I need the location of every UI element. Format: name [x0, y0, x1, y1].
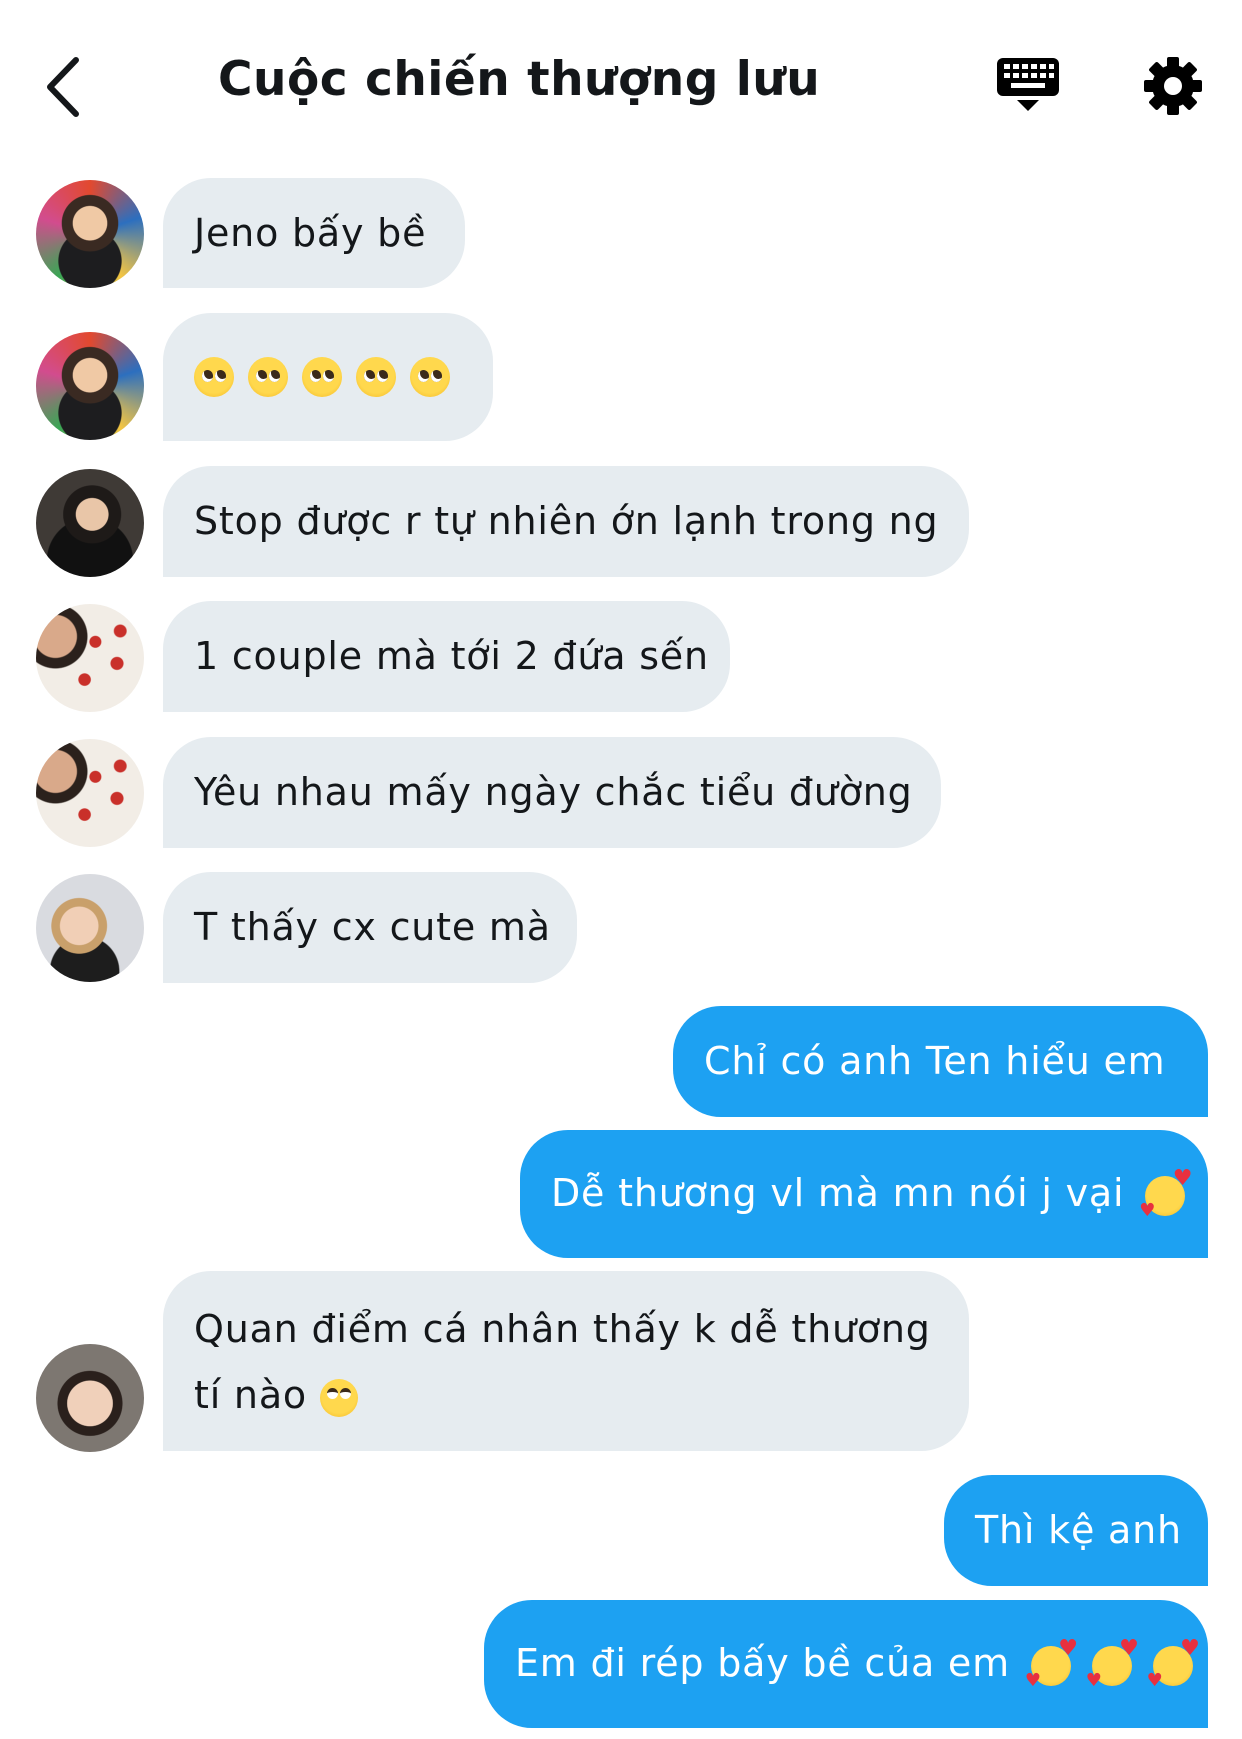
message-text: 1 couple mà tới 2 đứa sến — [194, 634, 709, 678]
message-text: Thì kệ anh — [975, 1508, 1182, 1552]
message-bubble[interactable]: 1 couple mà tới 2 đứa sến — [163, 601, 730, 712]
avatar[interactable] — [36, 180, 144, 288]
message-text: Em đi rép bấy bề của em — [515, 1641, 1010, 1685]
avatar[interactable] — [36, 1344, 144, 1452]
message-text: Yêu nhau mấy ngày chắc tiểu đường — [194, 770, 913, 814]
message-bubble[interactable]: Jeno bấy bề — [163, 178, 465, 288]
smiling-face-with-hearts-icon — [1086, 1638, 1140, 1690]
smiling-face-with-hearts-icon — [1147, 1638, 1201, 1690]
pleading-face-icon — [194, 357, 234, 397]
avatar[interactable] — [36, 874, 144, 982]
pleading-face-icon — [302, 357, 342, 397]
pleading-face-icon — [410, 357, 450, 397]
message-bubble[interactable] — [163, 313, 493, 441]
message-text-line: tí nào — [194, 1362, 969, 1428]
avatar[interactable] — [36, 604, 144, 712]
message-text: Stop được r tự nhiên ớn lạnh trong ng — [194, 499, 939, 543]
message-bubble[interactable]: T thấy cx cute mà — [163, 872, 577, 983]
sent-message-bubble[interactable]: Thì kệ anh — [944, 1475, 1208, 1586]
gear-icon[interactable] — [1143, 56, 1203, 116]
rolling-eyes-icon — [319, 1378, 358, 1417]
avatar[interactable] — [36, 332, 144, 440]
message-text: T thấy cx cute mà — [194, 905, 551, 949]
sent-message-bubble[interactable]: Em đi rép bấy bề của em — [484, 1600, 1208, 1728]
emoji-row — [194, 313, 493, 441]
chat-header: Cuộc chiến thượng lưu — [0, 0, 1242, 170]
back-arrow-icon[interactable] — [40, 52, 96, 122]
avatar[interactable] — [36, 739, 144, 847]
keyboard-icon[interactable] — [995, 52, 1061, 118]
pleading-face-icon — [356, 357, 396, 397]
message-text: Dễ thương vl mà mn nói j vại — [551, 1171, 1125, 1215]
smiling-face-with-hearts-icon — [1139, 1168, 1193, 1220]
conversation-title: Cuộc chiến thượng lưu — [218, 52, 821, 107]
sent-message-bubble[interactable]: Dễ thương vl mà mn nói j vại — [520, 1130, 1208, 1258]
message-bubble[interactable]: Yêu nhau mấy ngày chắc tiểu đường — [163, 737, 941, 848]
message-bubble[interactable]: Quan điểm cá nhân thấy k dễ thương tí nà… — [163, 1271, 969, 1451]
message-text-line: Quan điểm cá nhân thấy k dễ thương — [194, 1307, 931, 1351]
message-text: Jeno bấy bề — [194, 211, 427, 255]
message-bubble[interactable]: Stop được r tự nhiên ớn lạnh trong ng — [163, 466, 969, 577]
avatar[interactable] — [36, 469, 144, 577]
sent-message-bubble[interactable]: Chỉ có anh Ten hiểu em — [673, 1006, 1208, 1117]
message-text: Chỉ có anh Ten hiểu em — [704, 1039, 1166, 1083]
pleading-face-icon — [248, 357, 288, 397]
smiling-face-with-hearts-icon — [1025, 1638, 1079, 1690]
